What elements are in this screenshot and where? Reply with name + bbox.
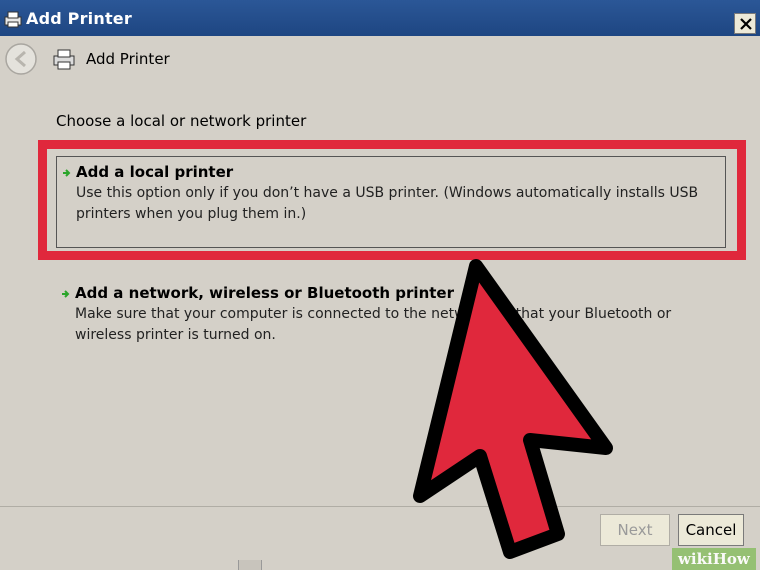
footer-divider xyxy=(0,506,760,507)
wizard-header: Add Printer xyxy=(0,36,760,84)
scroll-grip xyxy=(238,560,262,570)
page-title: Add Printer xyxy=(86,50,170,68)
printer-icon xyxy=(2,10,24,28)
option-title: Add a network, wireless or Bluetooth pri… xyxy=(75,284,454,302)
back-button[interactable] xyxy=(4,42,38,76)
close-icon xyxy=(740,18,752,30)
section-heading: Choose a local or network printer xyxy=(56,112,307,130)
option-description: Make sure that your computer is connecte… xyxy=(75,306,672,343)
watermark-logo: wikiHow xyxy=(672,548,756,570)
cancel-button[interactable]: Cancel xyxy=(678,514,744,546)
add-network-printer-option[interactable]: Add a network, wireless or Bluetooth pri… xyxy=(56,278,726,348)
printer-icon xyxy=(50,48,78,70)
next-button[interactable]: Next xyxy=(600,514,670,546)
option-title: Add a local printer xyxy=(76,163,234,181)
close-button[interactable] xyxy=(734,13,756,34)
window-title: Add Printer xyxy=(26,9,132,28)
option-description: Use this option only if you don’t have a… xyxy=(76,185,699,222)
back-arrow-icon xyxy=(5,43,37,75)
title-bar: Add Printer xyxy=(0,0,760,36)
add-local-printer-option[interactable]: Add a local printer Use this option only… xyxy=(56,156,726,248)
green-arrow-icon xyxy=(62,163,72,177)
green-arrow-icon xyxy=(61,284,71,298)
